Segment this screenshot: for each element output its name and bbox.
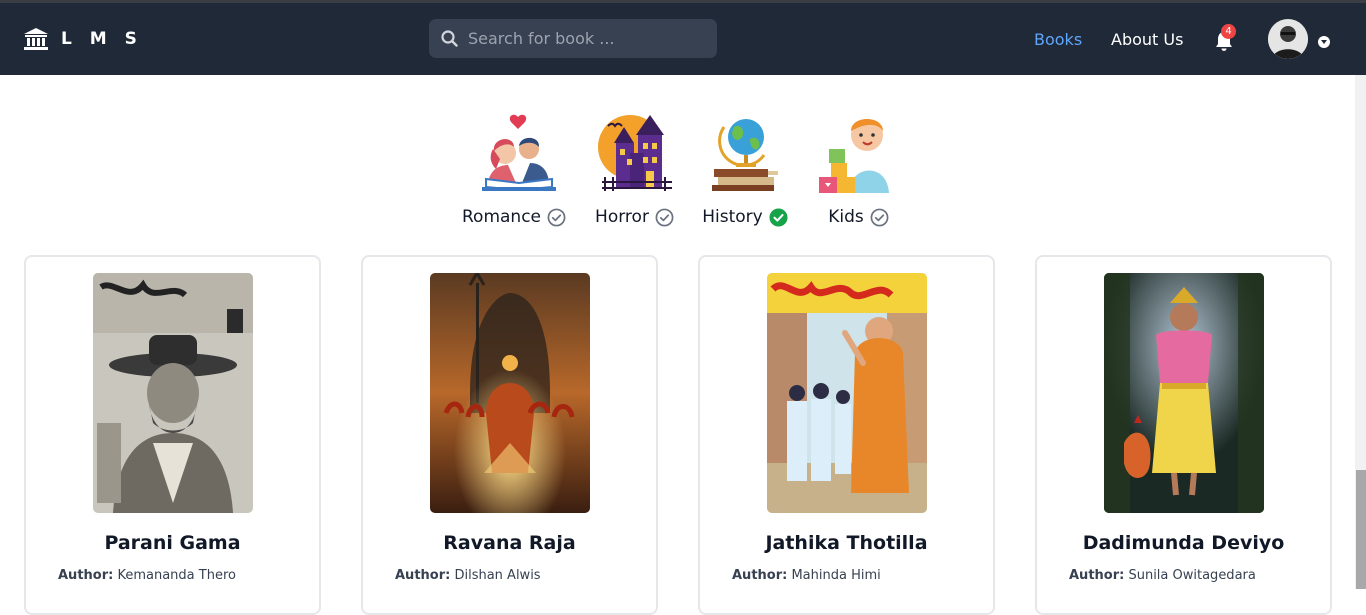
top-navbar: L M S Books About Us 4 (0, 3, 1366, 75)
book-card-parani-gama[interactable]: Parani Gama Author: Kemananda Thero (24, 255, 321, 615)
author-label: Author: (1069, 568, 1125, 583)
book-card-jathika-thotilla[interactable]: Jathika Thotilla Author: Mahinda Himi (698, 255, 995, 615)
book-card-ravana-raja[interactable]: Ravana Raja Author: Dilshan Alwis (361, 255, 658, 615)
category-history[interactable]: History (702, 113, 788, 227)
book-cover-image[interactable] (93, 273, 253, 513)
book-author: Author: Kemananda Thero (58, 568, 236, 583)
book-author: Author: Sunila Owitagedara (1069, 568, 1256, 583)
brand-name: L M S (61, 29, 143, 49)
category-horror[interactable]: Horror (593, 113, 676, 227)
notification-count-badge: 4 (1221, 24, 1236, 39)
book-author: Author: Dilshan Alwis (395, 568, 541, 583)
book-author: Author: Mahinda Himi (732, 568, 881, 583)
check-circle-filled-icon[interactable] (769, 207, 788, 227)
search-input[interactable] (468, 29, 698, 48)
book-cover-illustration-icon (93, 273, 253, 513)
book-card-dadimunda-deviyo[interactable]: Dadimunda Deviyo Author: Sunila Owitaged… (1035, 255, 1332, 615)
book-title[interactable]: Jathika Thotilla (700, 532, 993, 554)
book-title[interactable]: Parani Gama (26, 532, 319, 554)
brand-logo[interactable]: L M S (23, 27, 143, 51)
chevron-down-icon[interactable] (1318, 36, 1330, 48)
author-label: Author: (58, 568, 114, 583)
author-name: Sunila Owitagedara (1128, 568, 1256, 583)
category-label: Romance (462, 207, 542, 227)
author-label: Author: (732, 568, 788, 583)
book-cover-image[interactable] (767, 273, 927, 513)
book-cover-illustration-icon (1104, 273, 1264, 513)
author-name: Dilshan Alwis (454, 568, 541, 583)
nav-link-books[interactable]: Books (1034, 30, 1082, 49)
category-romance[interactable]: Romance (462, 113, 566, 227)
nav-link-about-us[interactable]: About Us (1111, 30, 1183, 49)
author-name: Mahinda Himi (791, 568, 881, 583)
check-circle-outline-icon[interactable] (547, 208, 566, 227)
book-cover-image[interactable] (430, 273, 590, 513)
category-label: History (702, 207, 763, 227)
page-scrollbar-thumb[interactable] (1356, 470, 1366, 589)
check-circle-outline-icon[interactable] (655, 208, 674, 227)
book-cover-illustration-icon (767, 273, 927, 513)
romance-illustration-icon (482, 114, 556, 192)
child-blocks-illustration-icon (819, 119, 889, 193)
globe-books-illustration-icon (712, 119, 778, 191)
library-building-icon (24, 28, 48, 50)
book-cover-image[interactable] (1104, 273, 1264, 513)
haunted-house-illustration-icon (598, 115, 672, 191)
avatar-photo-icon (1268, 19, 1308, 59)
category-label: Kids (828, 207, 864, 227)
book-cover-illustration-icon (430, 273, 590, 513)
author-name: Kemananda Thero (117, 568, 236, 583)
search-box[interactable] (429, 19, 717, 58)
check-circle-outline-icon[interactable] (870, 208, 889, 227)
category-kids[interactable]: Kids (818, 113, 899, 227)
user-avatar[interactable] (1268, 19, 1308, 59)
book-title[interactable]: Ravana Raja (363, 532, 656, 554)
search-icon (441, 30, 458, 47)
category-label: Horror (595, 207, 649, 227)
author-label: Author: (395, 568, 451, 583)
book-title[interactable]: Dadimunda Deviyo (1037, 532, 1330, 554)
